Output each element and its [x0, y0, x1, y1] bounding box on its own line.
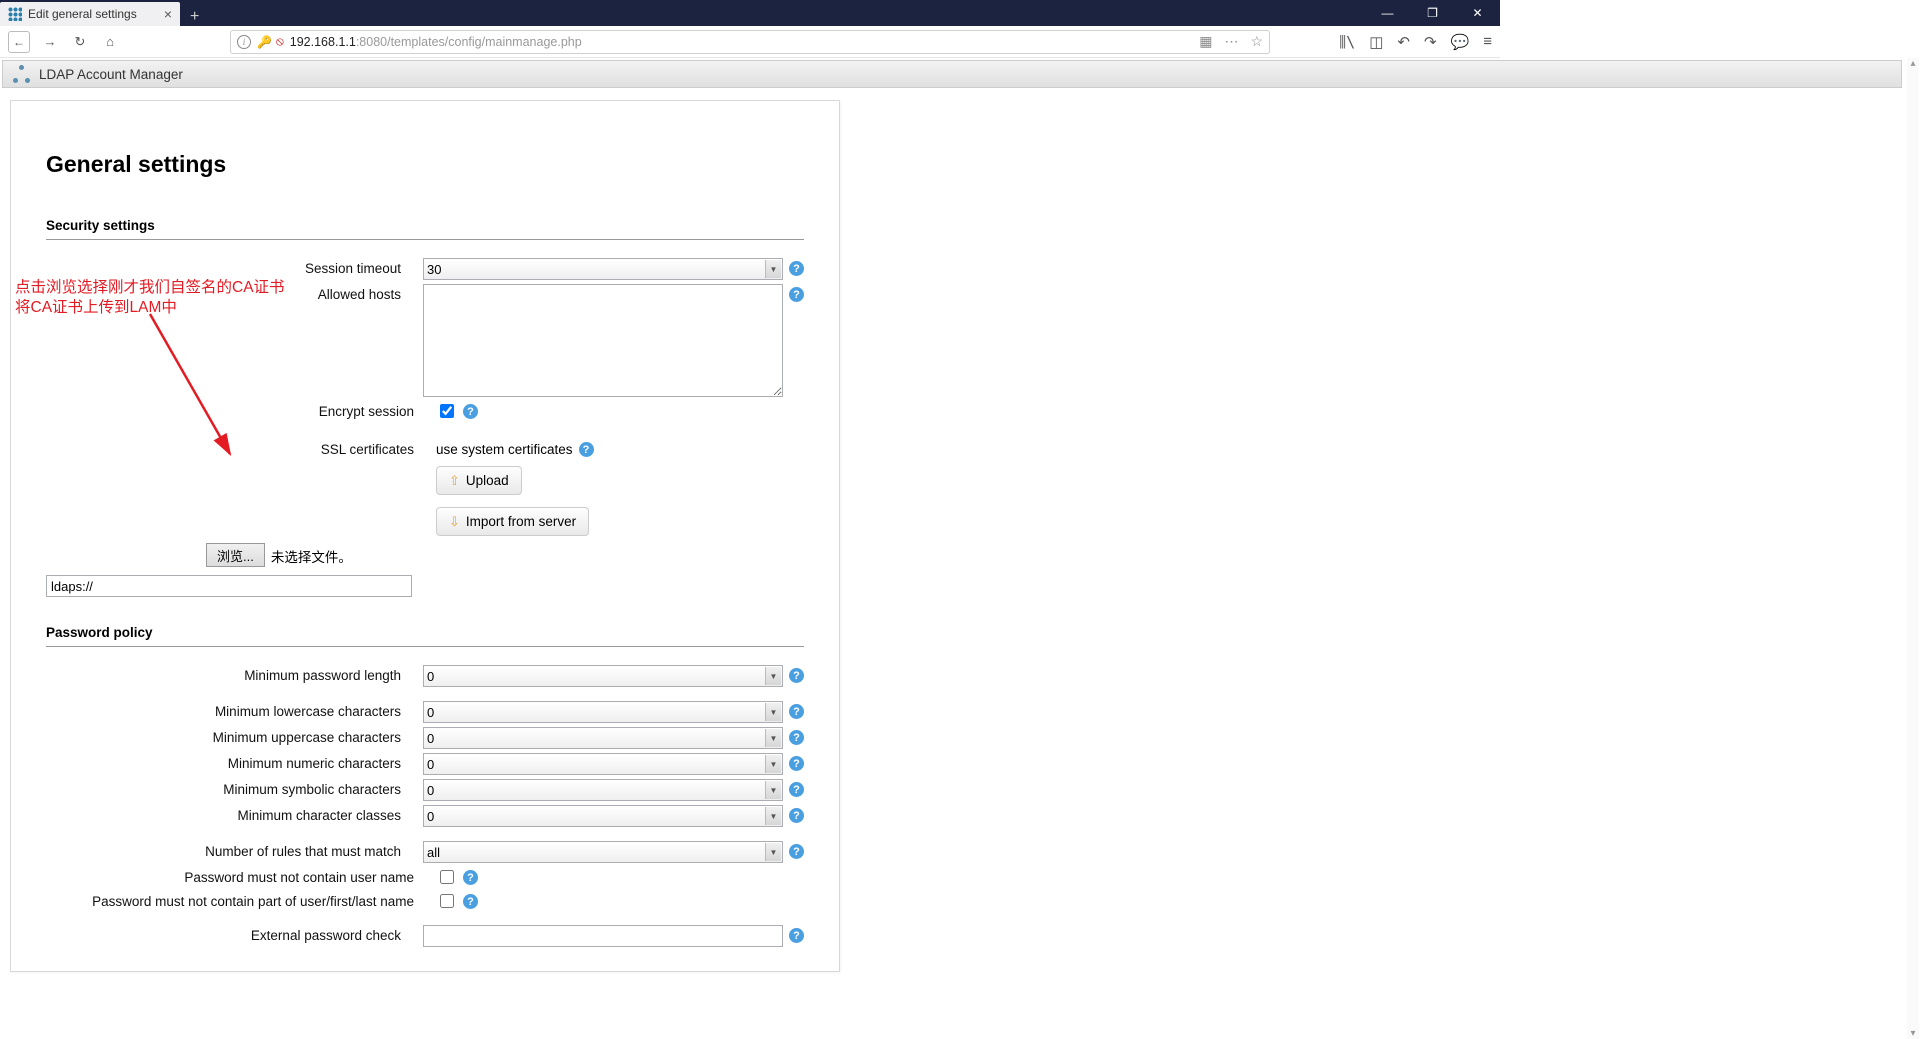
help-icon[interactable]: ?: [789, 261, 804, 276]
page-actions-icon[interactable]: ⋯: [1224, 33, 1238, 50]
tab-favicon: [8, 7, 22, 21]
blocked-icon[interactable]: ⦸: [276, 34, 284, 49]
min-numeric-label: Minimum numeric characters: [46, 753, 423, 775]
min-classes-label: Minimum character classes: [46, 805, 423, 827]
min-lower-label: Minimum lowercase characters: [46, 701, 423, 723]
download-icon: ⇩: [449, 514, 460, 530]
app-logo-icon: [13, 65, 31, 83]
min-numeric-select[interactable]: 0: [423, 753, 783, 775]
new-tab-button[interactable]: +: [180, 8, 209, 26]
no-name-parts-label: Password must not contain part of user/f…: [46, 891, 436, 911]
sidebar-icon[interactable]: ◫: [1369, 33, 1383, 51]
min-symbol-label: Minimum symbolic characters: [46, 779, 423, 801]
browser-tab[interactable]: Edit general settings ×: [0, 2, 180, 26]
session-timeout-label: Session timeout: [46, 258, 423, 280]
min-classes-select[interactable]: 0: [423, 805, 783, 827]
help-icon[interactable]: ?: [463, 870, 478, 885]
redo-icon[interactable]: ↷: [1424, 33, 1437, 51]
allowed-hosts-textarea[interactable]: [423, 284, 783, 397]
ldaps-url-input[interactable]: [46, 575, 412, 597]
maximize-button[interactable]: ❐: [1410, 0, 1455, 26]
help-icon[interactable]: ?: [789, 782, 804, 797]
browser-navbar: ← → ↻ ⌂ i 🔑 ⦸ 192.168.1.1:8080/templates…: [0, 26, 1500, 58]
reload-button[interactable]: ↻: [70, 32, 90, 52]
help-icon[interactable]: ?: [789, 287, 804, 302]
help-icon[interactable]: ?: [579, 442, 594, 457]
min-lower-select[interactable]: 0: [423, 701, 783, 723]
password-policy-section-title: Password policy: [46, 625, 804, 647]
bookmark-icon[interactable]: ☆: [1250, 33, 1263, 50]
undo-icon[interactable]: ↶: [1397, 33, 1410, 51]
url-host: 192.168.1.1: [290, 35, 356, 49]
help-icon[interactable]: ?: [789, 808, 804, 823]
upload-icon: ⇧: [449, 473, 460, 489]
help-icon[interactable]: ?: [789, 730, 804, 745]
encrypt-session-checkbox[interactable]: [440, 404, 454, 418]
help-icon[interactable]: ?: [789, 844, 804, 859]
close-window-button[interactable]: ✕: [1455, 0, 1500, 26]
min-length-select[interactable]: 0: [423, 665, 783, 687]
page-title: General settings: [46, 151, 804, 178]
back-button[interactable]: ←: [8, 31, 30, 53]
min-upper-label: Minimum uppercase characters: [46, 727, 423, 749]
min-symbol-select[interactable]: 0: [423, 779, 783, 801]
window-controls: — ❐ ✕: [1365, 0, 1500, 26]
import-from-server-button[interactable]: ⇩Import from server: [436, 507, 589, 536]
home-button[interactable]: ⌂: [100, 32, 120, 52]
help-icon[interactable]: ?: [463, 894, 478, 909]
help-icon[interactable]: ?: [789, 668, 804, 683]
menu-button[interactable]: ≡: [1483, 33, 1492, 50]
url-path: /templates/config/mainmanage.php: [387, 35, 582, 49]
qr-icon[interactable]: ▦: [1199, 33, 1212, 50]
forward-button[interactable]: →: [40, 32, 60, 52]
library-icon[interactable]: ⫼\: [1339, 33, 1355, 51]
help-icon[interactable]: ?: [789, 928, 804, 943]
help-icon[interactable]: ?: [789, 704, 804, 719]
chat-icon[interactable]: 💬: [1451, 33, 1470, 51]
help-icon[interactable]: ?: [789, 756, 804, 771]
app-title: LDAP Account Manager: [39, 67, 183, 82]
site-info-icon[interactable]: i: [237, 35, 251, 49]
close-tab-icon[interactable]: ×: [164, 6, 172, 22]
session-timeout-select[interactable]: 30: [423, 258, 783, 280]
settings-card: General settings Security settings Sessi…: [10, 100, 840, 972]
minimize-button[interactable]: —: [1365, 0, 1410, 26]
rules-match-label: Number of rules that must match: [46, 841, 423, 863]
page-scrollbar[interactable]: ▴▾: [1907, 58, 1919, 1039]
help-icon[interactable]: ?: [463, 404, 478, 419]
no-username-checkbox[interactable]: [440, 870, 454, 884]
app-header: LDAP Account Manager: [2, 60, 1902, 88]
encrypt-session-label: Encrypt session: [46, 401, 436, 421]
rules-match-select[interactable]: all: [423, 841, 783, 863]
permission-icon[interactable]: 🔑: [257, 35, 272, 49]
ext-check-input[interactable]: [423, 925, 783, 947]
no-name-parts-checkbox[interactable]: [440, 894, 454, 908]
upload-button[interactable]: ⇧Upload: [436, 466, 522, 495]
min-upper-select[interactable]: 0: [423, 727, 783, 749]
ext-check-label: External password check: [46, 925, 423, 947]
url-port: :8080: [356, 35, 387, 49]
ssl-certificates-label: SSL certificates: [46, 439, 436, 539]
browse-button[interactable]: 浏览...: [206, 543, 265, 567]
page-viewport: ▴▾ LDAP Account Manager General settings…: [0, 58, 1904, 1039]
annotation-text: 点击浏览选择刚才我们自签名的CA证书 将CA证书上传到LAM中: [15, 278, 285, 318]
url-bar[interactable]: i 🔑 ⦸ 192.168.1.1:8080/templates/config/…: [230, 30, 1270, 54]
ssl-status-text: use system certificates: [436, 440, 573, 457]
no-username-label: Password must not contain user name: [46, 867, 436, 887]
security-section-title: Security settings: [46, 218, 804, 240]
window-titlebar: Edit general settings × + — ❐ ✕: [0, 0, 1500, 26]
tab-title: Edit general settings: [28, 7, 137, 21]
browse-status-text: 未选择文件。: [271, 544, 352, 566]
min-length-label: Minimum password length: [46, 665, 423, 687]
